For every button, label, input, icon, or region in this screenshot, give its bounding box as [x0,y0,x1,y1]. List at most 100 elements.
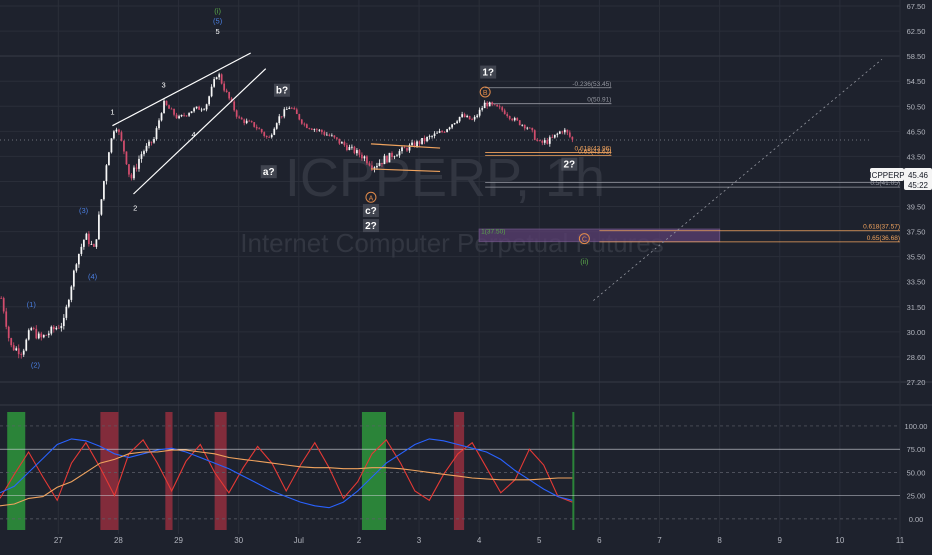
boxed-wave-label: 2? [561,157,578,171]
candle-body [325,134,328,136]
candle-body [233,101,236,111]
candle-body [343,142,346,146]
candle-body [215,77,218,80]
candle-body [138,158,140,169]
candle-body [255,126,258,129]
candle-body [150,141,153,143]
candle-body [461,114,464,117]
chart-canvas[interactable]: ICPPERP, 1h Internet Computer Perpetual … [0,0,932,550]
candle-body [178,116,180,119]
candle-body [22,350,25,355]
candle-body [401,147,403,152]
candle-body [506,114,509,117]
candle-body [531,127,534,131]
candle-body [346,145,348,151]
y-tick-label: 58.50 [907,52,926,61]
candle-body [553,134,556,138]
y-tick-label: 67.50 [907,2,926,11]
candle-body [77,253,80,265]
candle-body [318,129,321,131]
candle [518,120,521,126]
candle [160,112,163,122]
candle-body [90,244,93,245]
candle [488,101,491,107]
candle-body [12,345,15,351]
wave-label: (i) [214,7,221,16]
price-tag-symbol: ICPPERP [869,171,904,180]
boxed-label-text: b? [276,86,288,97]
candle-body [523,124,526,129]
candle [388,152,391,163]
candle-body [45,334,48,336]
candle-body [145,145,148,152]
fib-level-label: 0.5(41.05) [870,180,900,187]
x-tick-label: 11 [896,536,905,545]
candle [220,73,223,85]
x-tick-label: 4 [477,536,482,545]
candle [533,129,536,141]
candle [163,99,165,114]
wave-label: 2 [133,203,137,212]
candle-body [381,162,383,165]
candle-body [416,141,418,147]
candle-body [52,326,55,330]
candle-body [496,104,499,107]
x-tick-label: 29 [174,536,183,545]
candle-body [556,133,559,135]
candle-body [551,137,554,139]
candle-body [290,107,293,109]
candle-body [466,115,469,118]
candle-body [98,214,100,240]
candle-body [208,96,210,105]
wave-label: A [369,195,374,202]
candle-body [32,328,35,329]
x-tick-label: 10 [835,536,844,545]
candle-body [0,298,3,299]
x-tick-label: 9 [778,536,783,545]
candle-body [57,327,60,329]
candle-body [368,163,371,166]
candle-body [118,129,120,133]
x-tick-label: 27 [54,536,63,545]
candle-body [248,120,251,122]
candle [165,100,168,106]
wave-label: 4 [192,130,196,139]
candle-body [396,155,398,157]
candle-body [443,132,446,133]
candle-body [188,113,190,116]
osc-y-tick-label: 50.00 [907,468,926,477]
candle-body [305,124,308,129]
candle-body [356,150,358,154]
boxed-label-text: 2? [365,221,377,232]
fib-level-label: -0.236(53.45) [572,81,611,88]
boxed-wave-label: 2? [362,219,379,233]
candle-body [438,131,441,133]
boxed-label-text: c? [365,206,377,217]
candle-body [320,129,323,133]
candle-body [27,330,30,340]
candle-body [195,106,198,109]
candle-body [125,151,128,165]
candle-body [115,129,118,132]
wave-label: 1 [110,107,114,116]
candle-body [458,116,461,122]
candle-body [403,147,406,149]
candle-body [351,146,353,148]
oscillator-band [214,412,227,530]
candle-body [100,199,103,215]
y-tick-label: 46.50 [907,127,926,136]
candle [110,138,113,154]
candle-body [328,134,331,136]
y-tick-label: 37.50 [907,228,926,237]
candle-body [310,128,313,130]
candle-body [388,152,391,163]
candle-body [95,239,98,247]
candle-body [198,106,200,110]
candle [125,151,128,166]
candle-body [386,155,388,163]
candle-body [120,132,123,141]
candle-body [160,113,163,121]
candle-body [448,127,451,130]
candle [103,180,105,201]
candle-body [358,150,361,155]
